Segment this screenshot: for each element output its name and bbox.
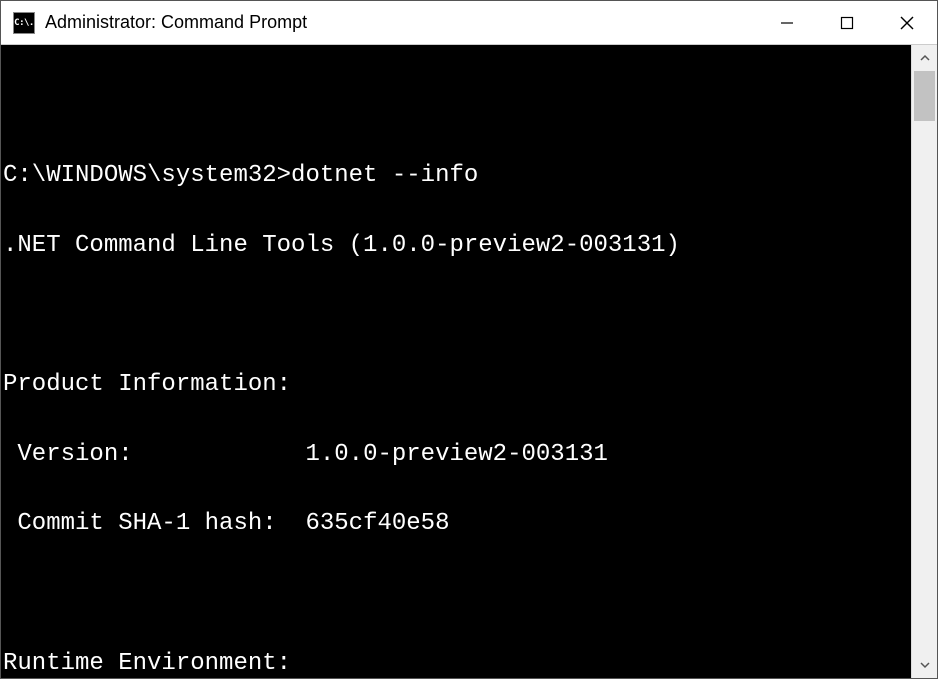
tool-header: .NET Command Line Tools (1.0.0-preview2-… bbox=[3, 229, 909, 264]
label: Version: bbox=[3, 438, 305, 473]
maximize-button[interactable] bbox=[817, 1, 877, 44]
chevron-down-icon bbox=[919, 659, 931, 671]
prompt-path: C:\WINDOWS\system32> bbox=[3, 162, 291, 189]
terminal-output[interactable]: C:\WINDOWS\system32>dotnet --info .NET C… bbox=[1, 45, 911, 678]
product-sha-row: Commit SHA-1 hash: 635cf40e58 bbox=[3, 507, 909, 542]
maximize-icon bbox=[840, 16, 854, 30]
prompt-line-1: C:\WINDOWS\system32>dotnet --info bbox=[3, 159, 909, 194]
window-title: Administrator: Command Prompt bbox=[45, 12, 757, 33]
terminal-area: C:\WINDOWS\system32>dotnet --info .NET C… bbox=[1, 45, 937, 678]
scroll-thumb[interactable] bbox=[914, 71, 935, 121]
cmd-app-icon: C:\. bbox=[13, 12, 35, 34]
product-info-heading: Product Information: bbox=[3, 368, 909, 403]
blank-line bbox=[3, 90, 909, 125]
blank-line bbox=[3, 299, 909, 334]
window-controls bbox=[757, 1, 937, 44]
typed-command: dotnet --info bbox=[291, 162, 478, 189]
close-button[interactable] bbox=[877, 1, 937, 44]
scroll-up-button[interactable] bbox=[912, 45, 937, 71]
chevron-up-icon bbox=[919, 52, 931, 64]
minimize-icon bbox=[780, 16, 794, 30]
label: Commit SHA-1 hash: bbox=[3, 507, 305, 542]
value: 635cf40e58 bbox=[305, 507, 449, 542]
scroll-track[interactable] bbox=[912, 71, 937, 652]
value: 1.0.0-preview2-003131 bbox=[305, 438, 607, 473]
scroll-down-button[interactable] bbox=[912, 652, 937, 678]
minimize-button[interactable] bbox=[757, 1, 817, 44]
blank-line bbox=[3, 577, 909, 612]
runtime-env-heading: Runtime Environment: bbox=[3, 647, 909, 678]
command-prompt-window: C:\. Administrator: Command Prompt bbox=[0, 0, 938, 679]
cmd-app-icon-text: C:\. bbox=[14, 18, 34, 28]
titlebar[interactable]: C:\. Administrator: Command Prompt bbox=[1, 1, 937, 45]
close-icon bbox=[899, 15, 915, 31]
product-version-row: Version: 1.0.0-preview2-003131 bbox=[3, 438, 909, 473]
vertical-scrollbar[interactable] bbox=[911, 45, 937, 678]
